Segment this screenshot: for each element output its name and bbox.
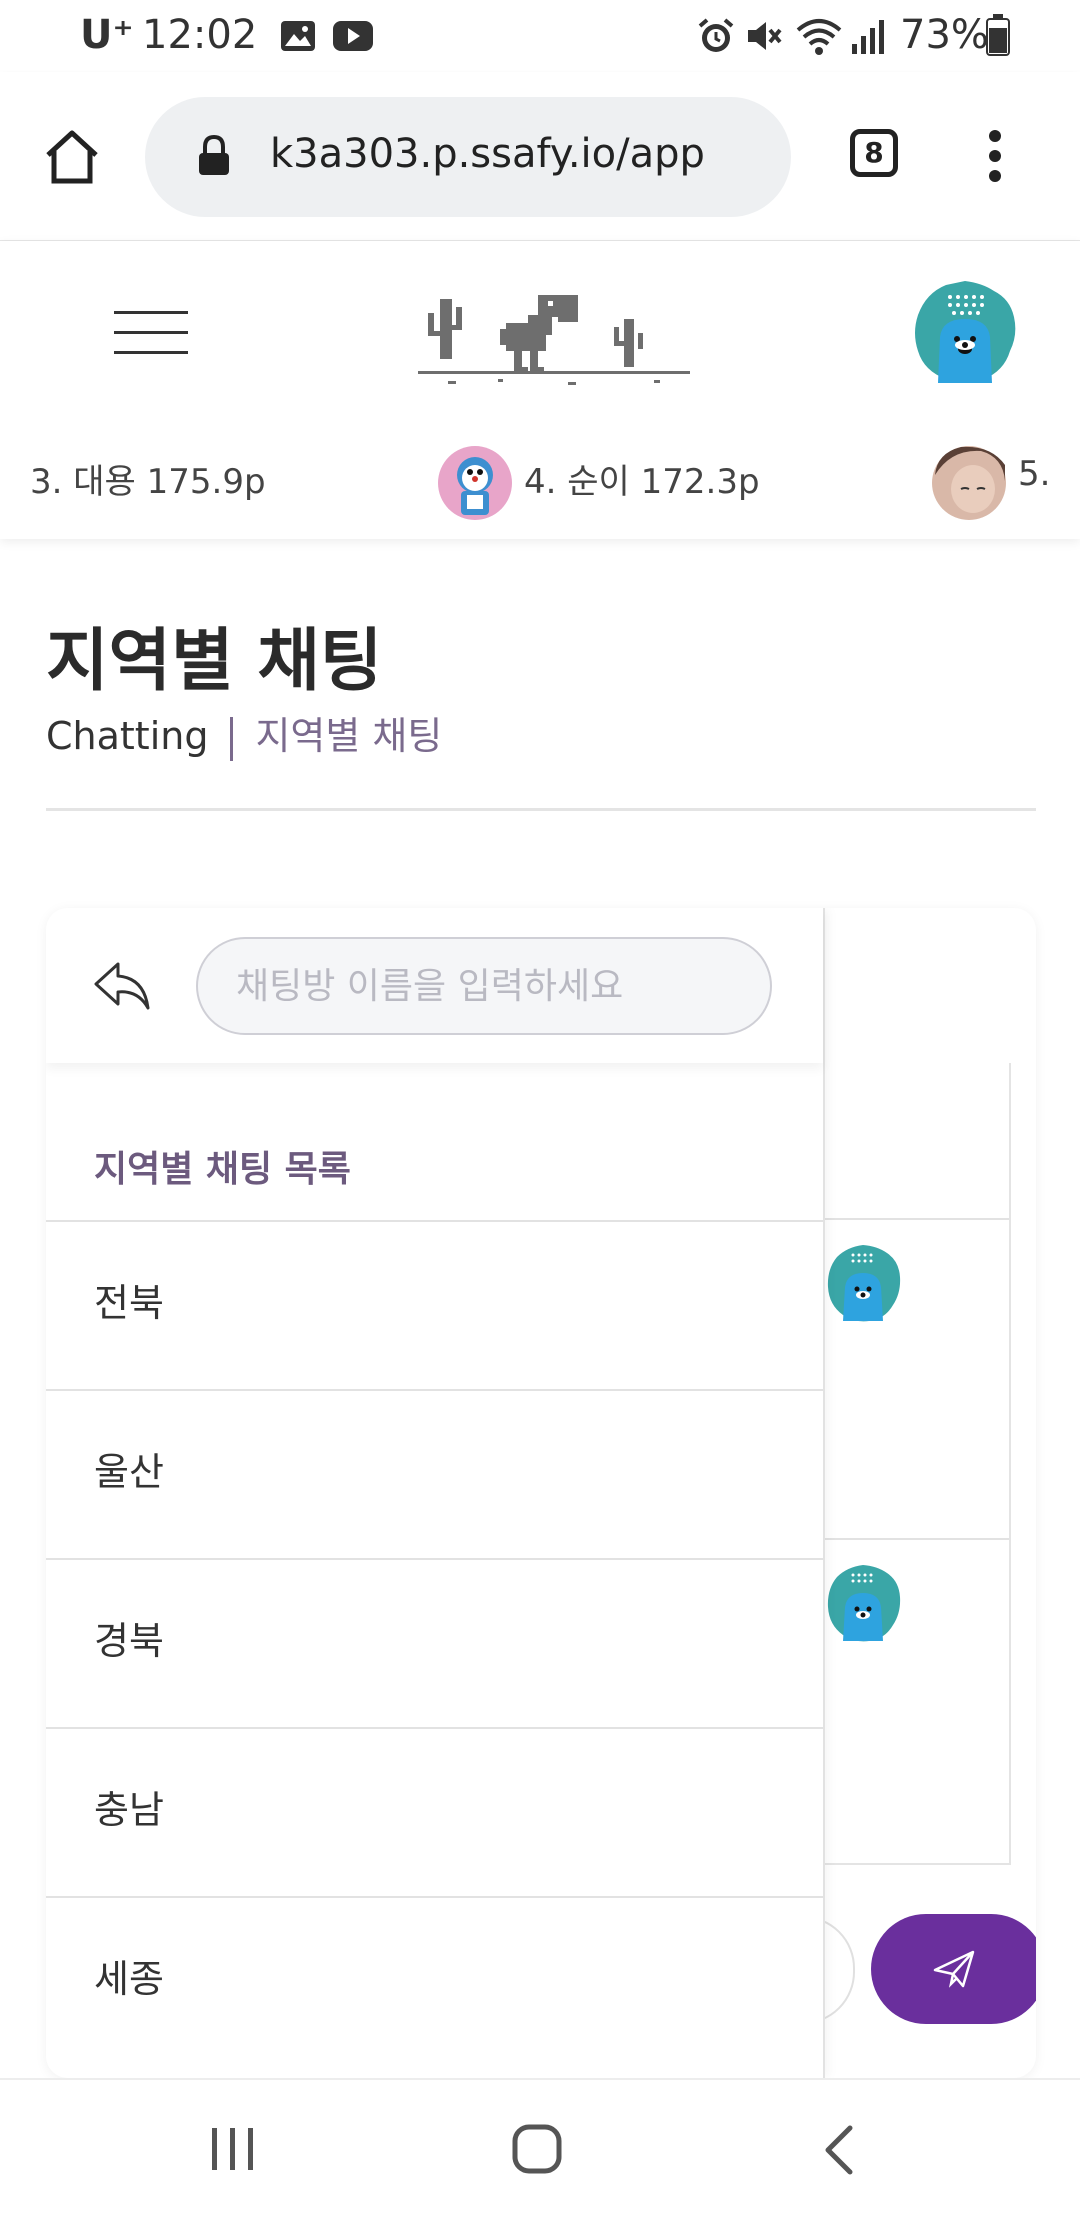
nav-home-icon[interactable] <box>512 2124 562 2174</box>
region-item-label: 전북 <box>94 1281 164 1325</box>
page-title: 지역별 채팅 <box>46 622 383 701</box>
gallery-icon <box>281 21 315 51</box>
breadcrumb-root[interactable]: Chatting <box>46 714 208 758</box>
dino-logo[interactable] <box>418 289 690 389</box>
message-avatar <box>827 1245 901 1322</box>
message-avatar <box>827 1565 901 1642</box>
chat-message-pane <box>823 1063 1011 1865</box>
region-list-panel: 지역별 채팅 목록 전북 울산 경북 충남 세종 <box>46 908 825 2078</box>
browser-toolbar: k3a303.p.ssafy.io/app 8 <box>0 72 1080 241</box>
region-item-label: 세종 <box>94 1957 164 2001</box>
breadcrumb-current: 지역별 채팅 <box>255 714 443 758</box>
mute-icon <box>748 22 782 50</box>
send-icon <box>933 1950 975 1988</box>
region-item[interactable]: 경북 <box>46 1558 823 1728</box>
ranking-avatar <box>932 446 1006 520</box>
message-divider <box>823 1538 1009 1540</box>
region-item-label: 울산 <box>94 1450 164 1494</box>
home-icon[interactable] <box>42 127 102 187</box>
ranking-item: 3. 대용 175.9p <box>30 462 266 502</box>
battery-icon <box>986 14 1010 56</box>
app-header: 3. 대용 175.9p 4. 순이 172.3p 5. <box>0 241 1080 539</box>
menu-icon[interactable] <box>114 309 188 357</box>
room-search-bar <box>46 908 823 1063</box>
wifi-icon <box>796 19 842 55</box>
ranking-item: 4. 순이 172.3p <box>524 462 760 502</box>
nav-back-icon[interactable] <box>822 2124 856 2176</box>
status-time: 12:02 <box>142 12 258 58</box>
region-list-header: 지역별 채팅 목록 <box>94 1149 351 1190</box>
more-icon[interactable] <box>980 128 1010 184</box>
breadcrumb: Chatting 지역별 채팅 <box>46 705 442 761</box>
carrier-label: U⁺ <box>80 12 134 58</box>
system-nav-bar <box>0 2078 1080 2222</box>
url-text: k3a303.p.ssafy.io/app <box>270 131 705 177</box>
send-button[interactable] <box>871 1914 1036 2024</box>
region-item[interactable]: 충남 <box>46 1727 823 1897</box>
ranking-avatar <box>438 446 512 520</box>
region-item-label: 충남 <box>94 1788 164 1832</box>
back-icon[interactable] <box>92 960 152 1012</box>
room-search-input[interactable] <box>196 937 772 1035</box>
recents-icon[interactable] <box>210 2126 258 2172</box>
region-item[interactable]: 세종 <box>46 1896 823 2066</box>
region-item[interactable]: 전북 <box>46 1220 823 1390</box>
battery-percent: 73% <box>900 12 989 58</box>
lock-icon <box>199 135 229 175</box>
signal-icon <box>852 20 884 54</box>
ranking-item: 5. <box>1018 454 1051 494</box>
youtube-icon <box>333 21 373 51</box>
title-divider <box>46 808 1036 811</box>
tab-switcher-button[interactable]: 8 <box>850 129 898 177</box>
chat-card: 지역별 채팅 목록 전북 울산 경북 충남 세종 <box>46 908 1036 2078</box>
user-avatar[interactable] <box>912 279 1018 385</box>
breadcrumb-separator <box>230 716 234 761</box>
status-bar: U⁺ 12:02 73% <box>0 0 1080 72</box>
alarm-icon <box>698 18 734 52</box>
region-item[interactable]: 울산 <box>46 1389 823 1559</box>
address-bar[interactable]: k3a303.p.ssafy.io/app <box>145 97 791 217</box>
message-divider <box>823 1218 1009 1220</box>
region-item-label: 경북 <box>94 1619 164 1663</box>
